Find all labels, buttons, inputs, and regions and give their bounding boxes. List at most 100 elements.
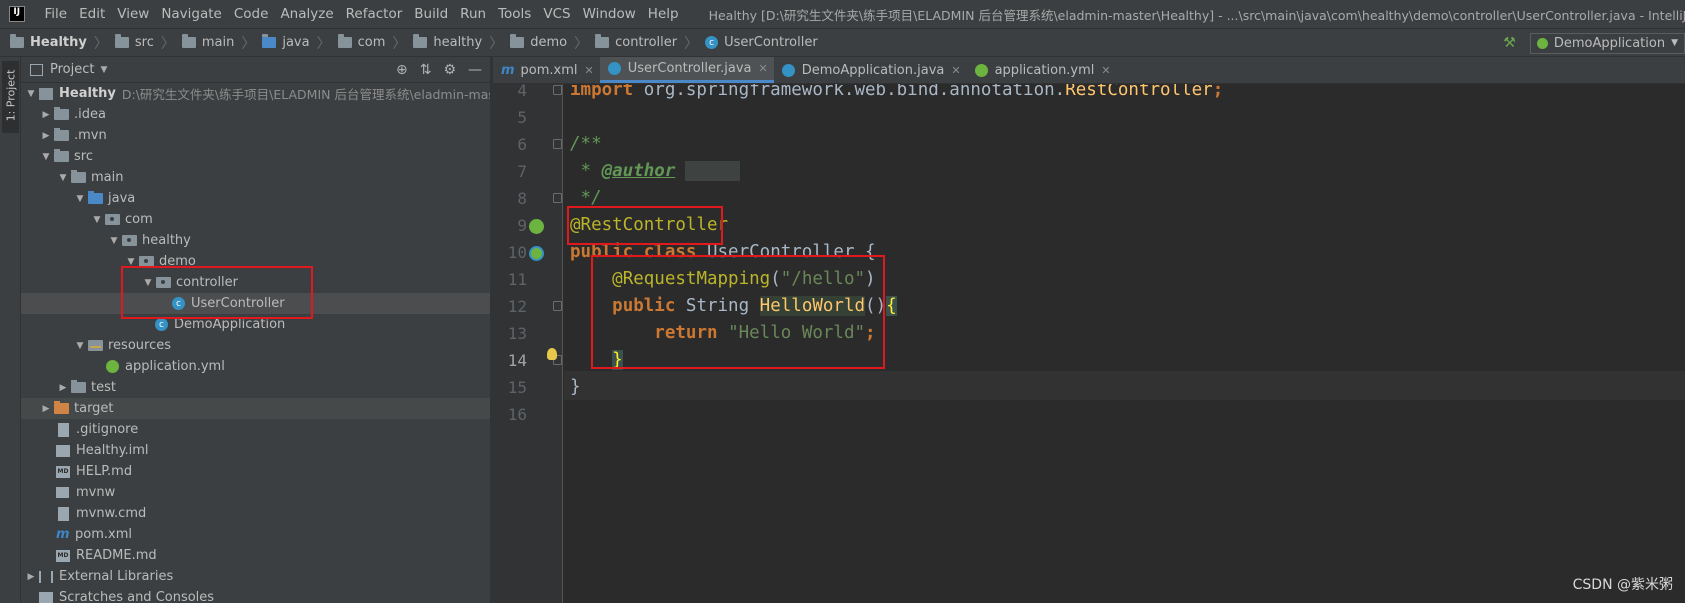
menu-run[interactable]: Run [454,6,492,22]
collapsed-arrow-icon[interactable]: ▶ [55,383,71,393]
folder-icon [181,34,196,48]
expanded-arrow-icon[interactable]: ▼ [72,341,88,351]
tree-item-scratches[interactable]: Scratches and Consoles [21,587,490,603]
expanded-arrow-icon[interactable]: ▼ [55,173,71,183]
tree-item-help-md[interactable]: MD HELP.md [21,461,490,482]
package-icon [595,34,610,48]
project-tree: ▼ Healthy D:\研究生文件夹\练手项目\ELADMIN 后台管理系统\… [21,83,490,603]
breadcrumb-healthy[interactable]: Healthy [10,34,87,50]
breadcrumb-usercontroller[interactable]: c UserController [705,35,818,50]
project-tool-window-tab[interactable]: 1: Project [2,61,19,133]
expanded-arrow-icon[interactable]: ▼ [89,215,105,225]
expanded-arrow-icon[interactable]: ▼ [23,89,39,99]
project-view-selector[interactable]: Project [50,62,94,77]
close-icon[interactable]: ✕ [951,64,960,77]
menu-analyze[interactable]: Analyze [274,6,339,22]
breadcrumb-healthy-package[interactable]: healthy [413,34,482,50]
fold-marker-icon[interactable] [553,139,562,149]
tree-item-pom-xml[interactable]: m pom.xml [21,524,490,545]
fold-marker-icon[interactable] [553,301,562,311]
spring-mapping-icon[interactable] [529,246,544,261]
collapse-all-icon[interactable]: ⇅ [420,62,432,78]
tree-item-demoapplication[interactable]: c DemoApplication [21,314,490,335]
collapsed-arrow-icon[interactable]: ▶ [23,572,39,582]
breadcrumb-demo[interactable]: demo [510,34,567,50]
line-number: 11 [507,270,527,289]
breadcrumb-com[interactable]: com [337,34,385,50]
expanded-arrow-icon[interactable]: ▼ [123,257,139,267]
file-icon [58,422,69,437]
line-number: 10 [507,243,527,262]
menu-file[interactable]: File [39,6,74,22]
breadcrumb-src[interactable]: src [114,34,154,50]
collapsed-arrow-icon[interactable]: ▶ [38,404,54,414]
menu-vcs[interactable]: VCS [537,6,576,22]
tree-item-resources[interactable]: ▼ resources [21,335,490,356]
menu-code[interactable]: Code [228,6,275,22]
package-icon [510,34,525,48]
collapsed-arrow-icon[interactable]: ▶ [38,131,54,141]
gear-icon[interactable]: ⚙ [443,62,456,78]
tree-item-root[interactable]: ▼ Healthy D:\研究生文件夹\练手项目\ELADMIN 后台管理系统\… [21,83,490,104]
tree-item-mvnw[interactable]: mvnw [21,482,490,503]
tree-item-healthy[interactable]: ▼ healthy [21,230,490,251]
tree-item-com[interactable]: ▼ com [21,209,490,230]
menu-help[interactable]: Help [642,6,685,22]
fold-marker-icon[interactable] [553,193,562,203]
tree-item-usercontroller[interactable]: c UserController [21,293,490,314]
menu-window[interactable]: Window [577,6,642,22]
tab-application-yml[interactable]: application.yml ✕ [967,57,1117,83]
resources-folder-icon [88,340,103,351]
breadcrumb-main[interactable]: main [181,34,234,50]
breadcrumb-separator-icon: 〉 [392,35,407,52]
close-icon[interactable]: ✕ [1101,64,1110,77]
menu-view[interactable]: View [111,6,155,22]
run-configuration-select[interactable]: DemoApplication ▼ [1529,32,1685,54]
tree-item-target[interactable]: ▶ target [21,398,490,419]
menu-tools[interactable]: Tools [492,6,537,22]
chevron-down-icon[interactable]: ▼ [100,65,107,75]
breadcrumb-controller[interactable]: controller [595,34,677,50]
collapsed-arrow-icon[interactable]: ▶ [38,110,54,120]
tree-item-gitignore[interactable]: .gitignore [21,419,490,440]
expanded-arrow-icon[interactable]: ▼ [72,194,88,204]
code-editor[interactable]: 4 5 6 7 8 9 10 11 12 13 14 15 16 import … [493,84,1685,603]
package-icon [413,34,428,48]
tree-item-mvnw-cmd[interactable]: mvnw.cmd [21,503,490,524]
tree-item-mvn[interactable]: ▶ .mvn [21,125,490,146]
module-file-icon [56,444,70,457]
expanded-arrow-icon[interactable]: ▼ [106,236,122,246]
tree-item-demo[interactable]: ▼ demo [21,251,490,272]
line-number: 6 [517,135,527,154]
locate-file-icon[interactable]: ⊕ [396,62,408,78]
expanded-arrow-icon[interactable]: ▼ [38,152,54,162]
maven-icon: m [56,527,70,542]
hide-panel-icon[interactable]: — [468,62,482,78]
source-folder-icon [262,34,277,48]
tree-item-java[interactable]: ▼ java [21,188,490,209]
tree-item-application-yml[interactable]: application.yml [21,356,490,377]
tree-item-src[interactable]: ▼ src [21,146,490,167]
tree-item-controller[interactable]: ▼ controller [21,272,490,293]
tab-usercontroller-java[interactable]: UserController.java ✕ [599,57,774,83]
tree-item-main[interactable]: ▼ main [21,167,490,188]
tree-item-readme-md[interactable]: MD README.md [21,545,490,566]
menu-navigate[interactable]: Navigate [155,6,228,22]
tab-demoapplication-java[interactable]: DemoApplication.java ✕ [774,57,967,83]
tree-item-external-libraries[interactable]: ▶ External Libraries [21,566,490,587]
menu-edit[interactable]: Edit [73,6,111,22]
spring-bean-icon[interactable] [529,219,544,234]
breadcrumb-java[interactable]: java [262,34,310,50]
menu-refactor[interactable]: Refactor [340,6,409,22]
tree-item-idea[interactable]: ▶ .idea [21,104,490,125]
fold-marker-icon[interactable] [553,85,562,95]
tree-item-test[interactable]: ▶ test [21,377,490,398]
tree-item-healthy-iml[interactable]: Healthy.iml [21,440,490,461]
build-hammer-icon[interactable]: ⚒ [1503,35,1516,51]
close-icon[interactable]: ✕ [759,62,768,75]
menu-build[interactable]: Build [408,6,454,22]
expanded-arrow-icon[interactable]: ▼ [140,278,156,288]
tab-pom-xml[interactable]: m pom.xml ✕ [493,57,600,83]
close-icon[interactable]: ✕ [585,64,594,77]
lightbulb-icon[interactable] [547,348,557,360]
